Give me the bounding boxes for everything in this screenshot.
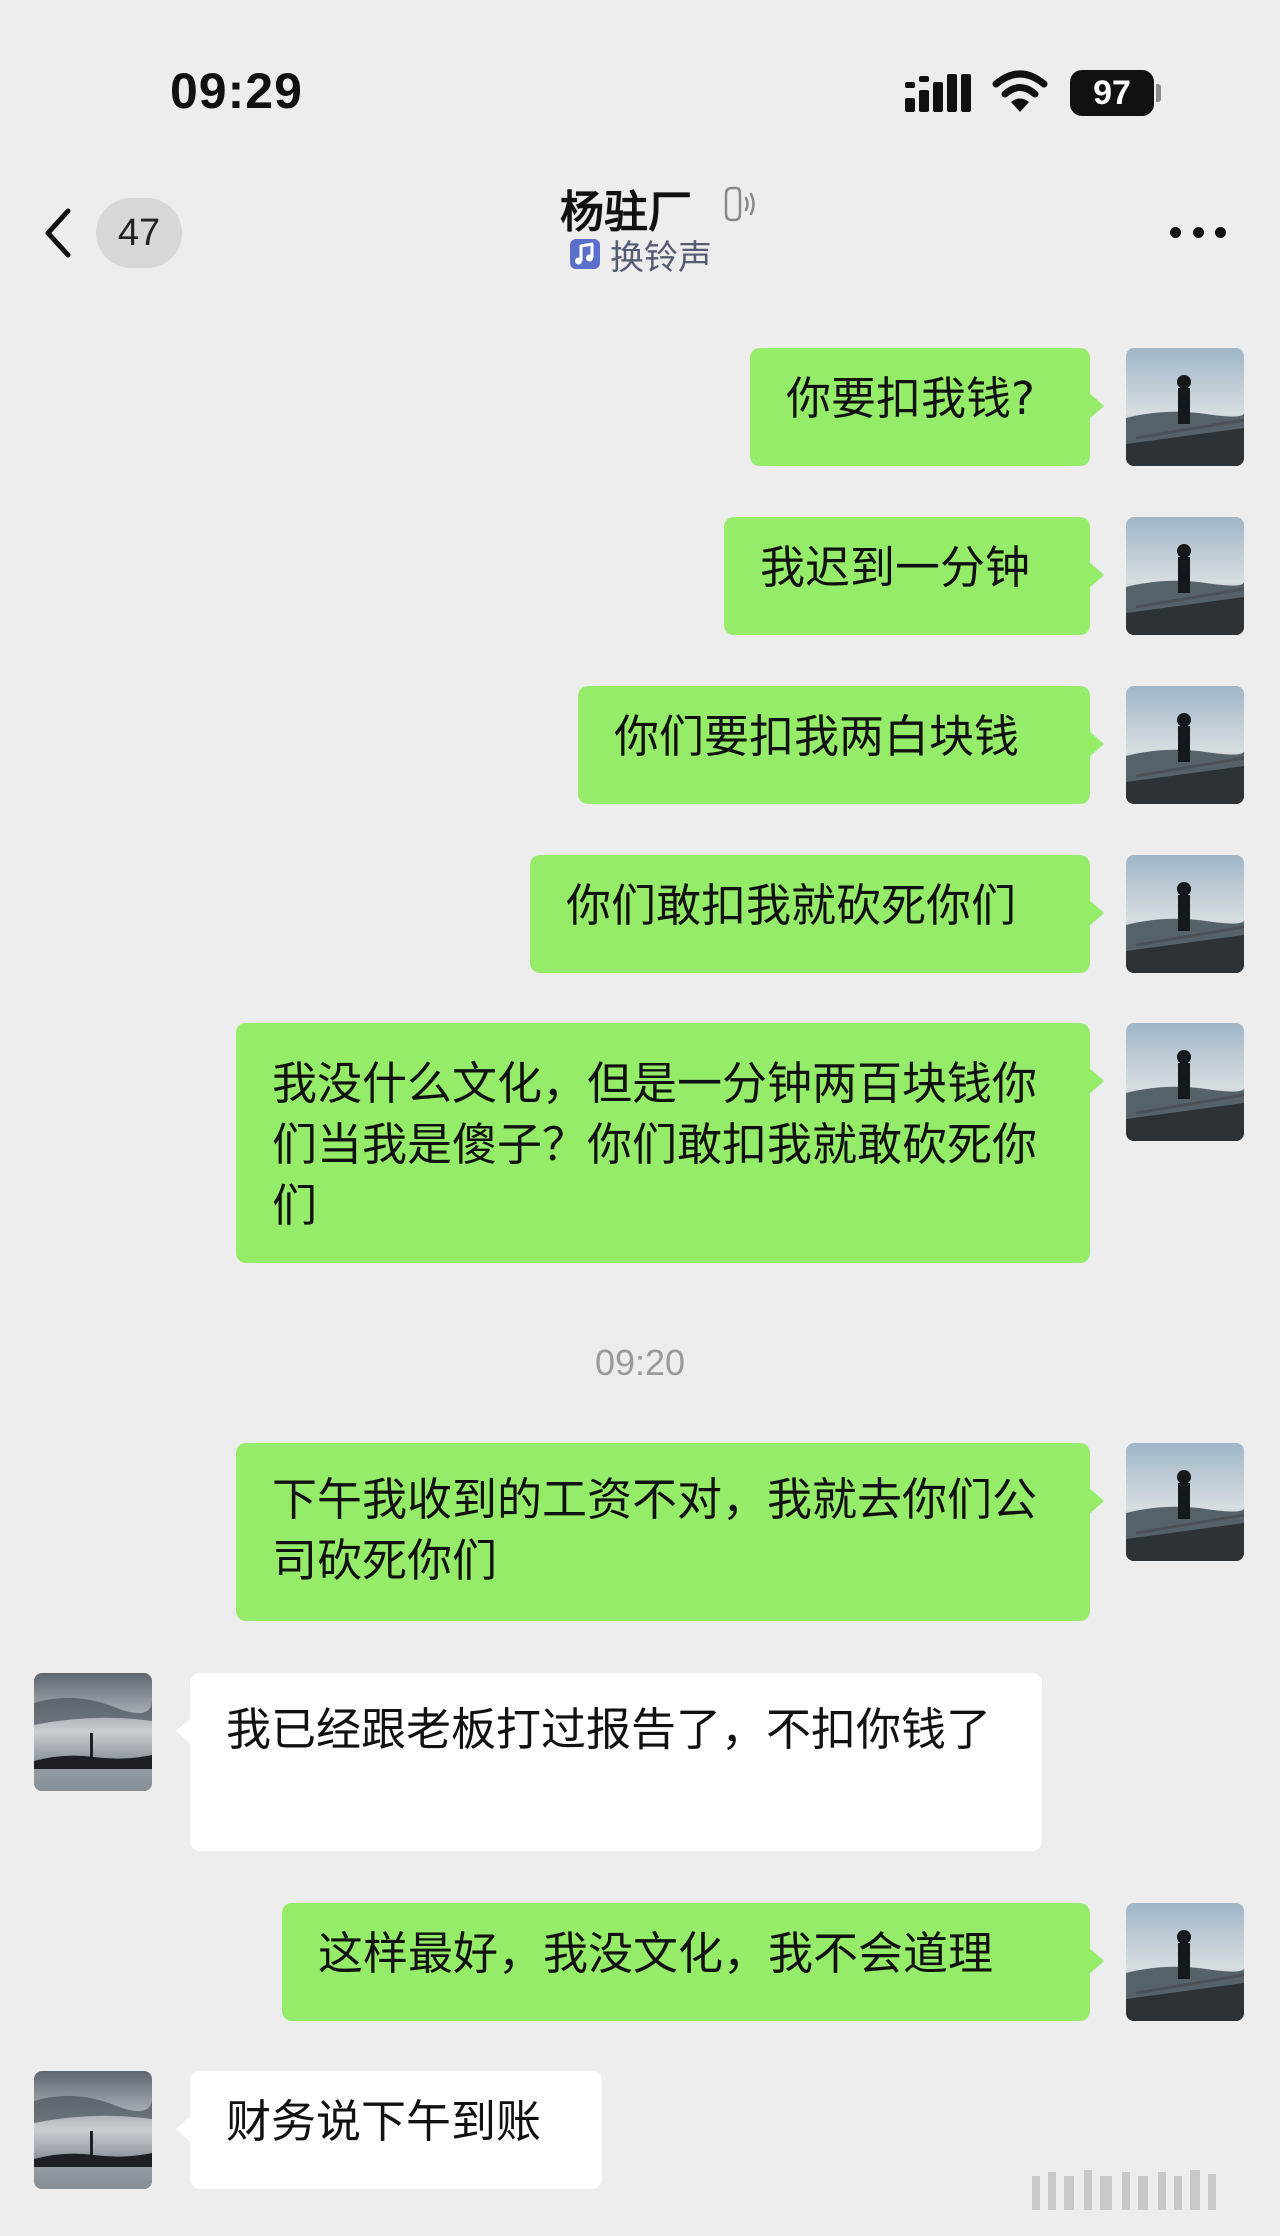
battery-indicator: 97 [1070, 70, 1154, 116]
message-text: 下午我收到的工资不对，我就去你们公司砍死你们 [272, 1473, 1038, 1587]
incoming-message[interactable]: 财务说下午到账 [176, 2071, 602, 2189]
outgoing-message[interactable]: 你们敢扣我就砍死你们 [530, 855, 1104, 973]
voice-icon [724, 186, 755, 222]
outgoing-message[interactable]: 我没什么文化，但是一分钟两百块钱你们当我是傻子？你们敢扣我就敢砍死你们 [236, 1023, 1104, 1263]
more-dot [1170, 226, 1181, 238]
contact-avatar[interactable] [34, 1673, 152, 1791]
change-ringtone-link[interactable]: 换铃声 [568, 232, 712, 278]
status-time: 09:29 [170, 63, 303, 119]
outgoing-message[interactable]: 这样最好，我没文化，我不会道理 [282, 1903, 1104, 2021]
message-text: 我没什么文化，但是一分钟两百块钱你们当我是傻子？你们敢扣我就敢砍死你们 [272, 1057, 1038, 1232]
ringtone-label: 换铃声 [610, 237, 712, 278]
avatar-image [34, 1673, 152, 1791]
music-note-icon [570, 239, 600, 269]
back-button[interactable]: 47 [40, 198, 190, 268]
message-text: 你们要扣我两白块钱 [614, 710, 1020, 763]
contact-avatar[interactable] [34, 2071, 152, 2189]
message-text: 你们敢扣我就砍死你们 [566, 879, 1017, 932]
watermark-logo [1032, 2170, 1216, 2210]
avatar-image [1126, 1443, 1244, 1561]
unread-count-badge: 47 [96, 198, 182, 268]
wifi-icon [992, 70, 1048, 112]
outgoing-message[interactable]: 我迟到一分钟 [724, 517, 1104, 635]
more-options-button[interactable] [1170, 220, 1226, 244]
signal-icon [905, 74, 971, 112]
avatar-image [1126, 517, 1244, 635]
chat-header: 47 杨驻厂 换铃声 [0, 150, 1280, 295]
message-text: 财务说下午到账 [226, 2095, 542, 2148]
my-avatar[interactable] [1126, 1023, 1244, 1141]
message-text: 我迟到一分钟 [760, 541, 1031, 594]
status-bar: 09:29 97 [0, 0, 1280, 150]
avatar-image [1126, 686, 1244, 804]
incoming-message[interactable]: 我已经跟老板打过报告了，不扣你钱了 [176, 1673, 1042, 1851]
more-dot [1192, 226, 1204, 238]
outgoing-message[interactable]: 你要扣我钱? [750, 348, 1104, 466]
my-avatar[interactable] [1126, 348, 1244, 466]
avatar-image [1126, 1023, 1244, 1141]
my-avatar[interactable] [1126, 1443, 1244, 1561]
chat-screen: 09:29 97 47 杨驻厂 换铃声 你要扣我钱? 我迟到一分钟 你们要扣我两… [0, 0, 1280, 2236]
chevron-left-icon [45, 208, 71, 258]
more-dot [1215, 226, 1226, 238]
message-text: 这样最好，我没文化，我不会道理 [318, 1927, 994, 1980]
my-avatar[interactable] [1126, 855, 1244, 973]
battery-cap [1156, 84, 1161, 102]
message-text: 我已经跟老板打过报告了，不扣你钱了 [226, 1703, 992, 1756]
avatar-image [1126, 348, 1244, 466]
outgoing-message[interactable]: 你们要扣我两白块钱 [578, 686, 1104, 804]
my-avatar[interactable] [1126, 517, 1244, 635]
my-avatar[interactable] [1126, 1903, 1244, 2021]
outgoing-message[interactable]: 下午我收到的工资不对，我就去你们公司砍死你们 [236, 1443, 1104, 1621]
avatar-image [1126, 1903, 1244, 2021]
timestamp-divider: 09:20 [594, 1342, 686, 1383]
message-text: 你要扣我钱? [786, 372, 1035, 425]
avatar-image [1126, 855, 1244, 973]
my-avatar[interactable] [1126, 686, 1244, 804]
avatar-image [34, 2071, 152, 2189]
